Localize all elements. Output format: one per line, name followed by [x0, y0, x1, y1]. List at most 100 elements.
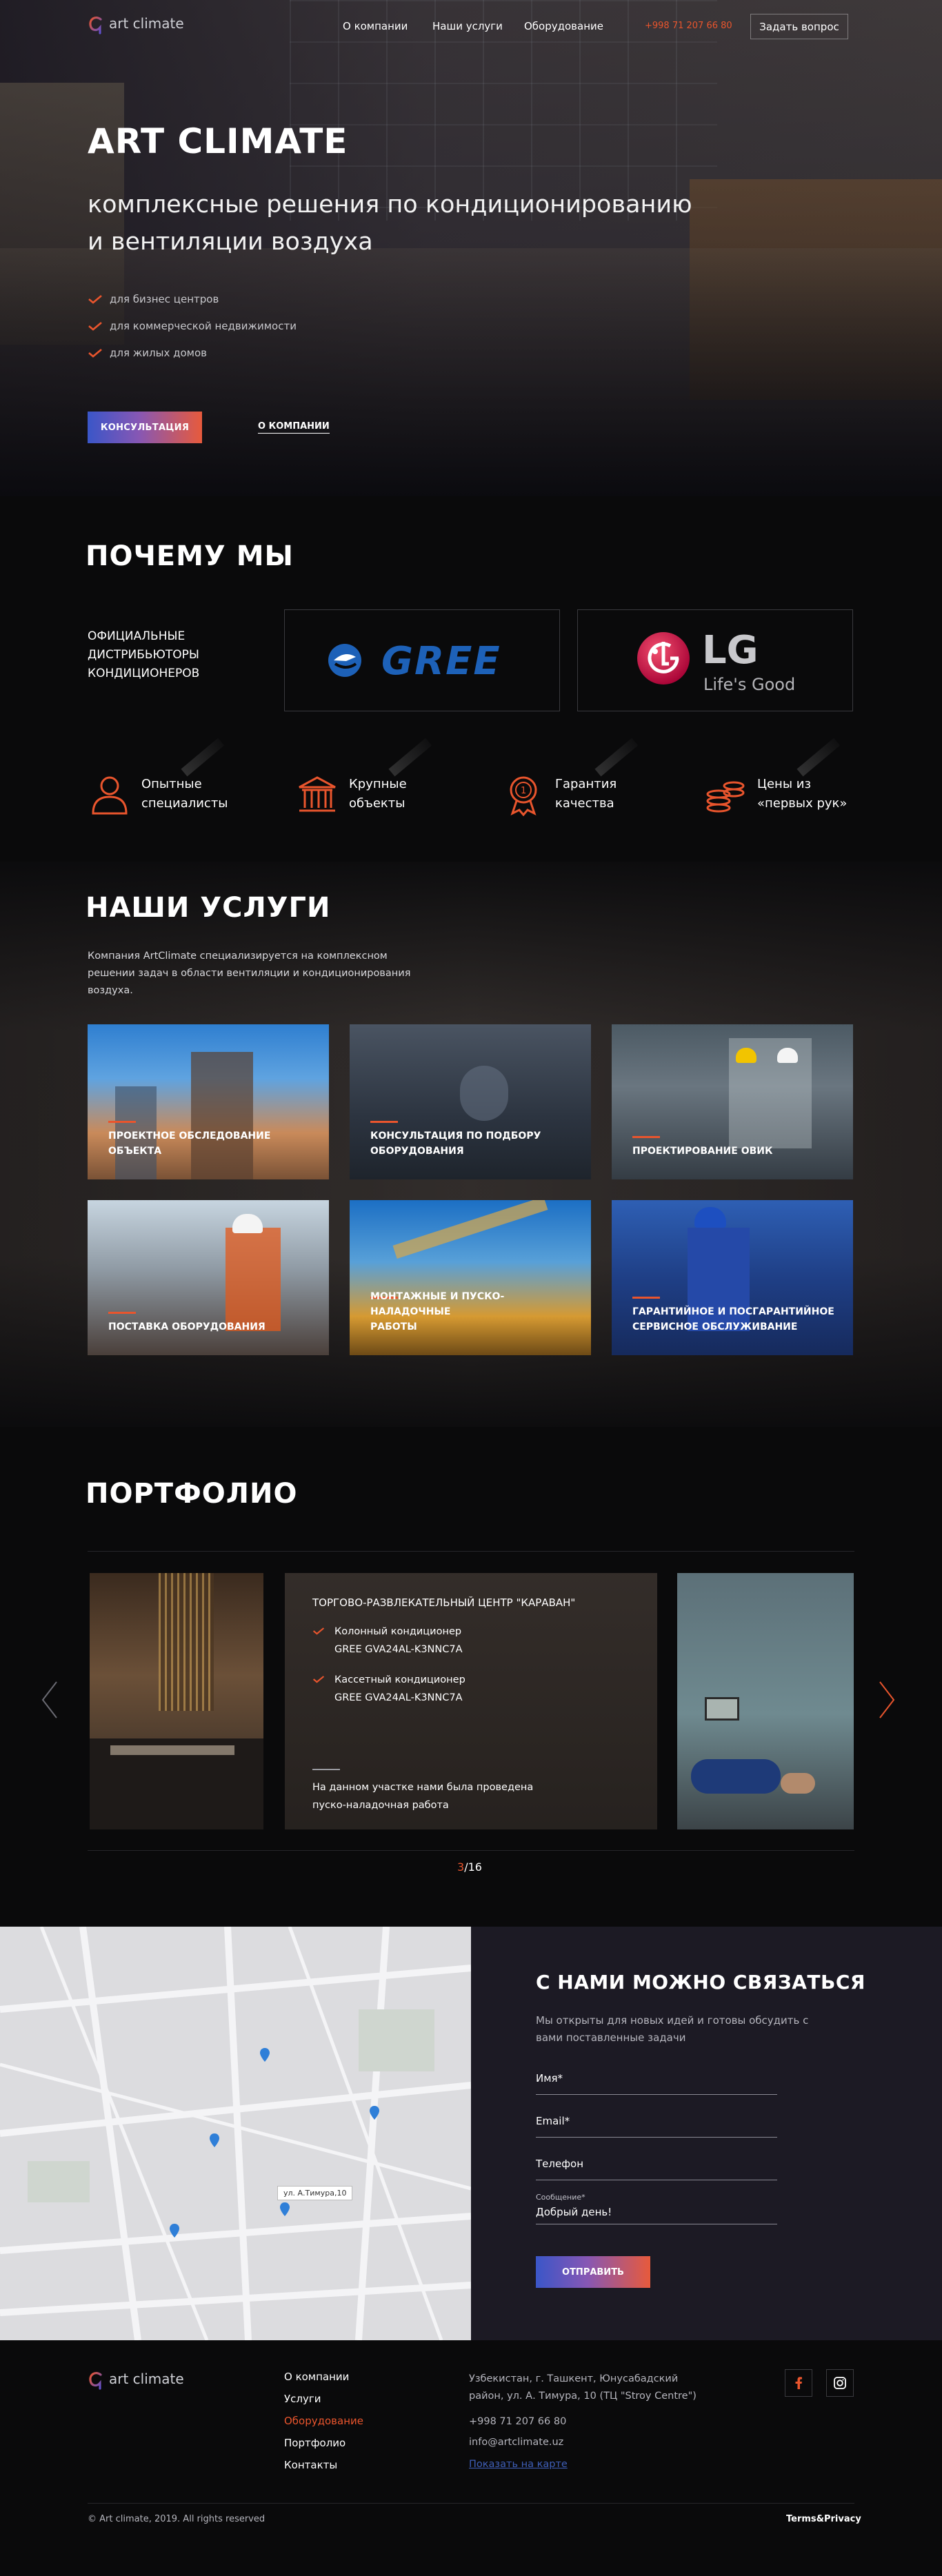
- services-title: НАШИ УСЛУГИ: [86, 892, 331, 924]
- map-pin-icon[interactable]: [260, 2048, 270, 2062]
- coins-icon: [706, 781, 745, 813]
- lg-logo-icon: [637, 632, 690, 684]
- service-card[interactable]: ГАРАНТИЙНОЕ И ПОСГАРАНТИЙНОЕ СЕРВИСНОЕ ОБ…: [612, 1200, 853, 1355]
- portfolio-pager: 3/16: [457, 1860, 482, 1874]
- nav-equipment[interactable]: Оборудование: [524, 20, 603, 32]
- portfolio-note: На данном участке нами была проведена пус…: [312, 1782, 534, 1811]
- phone-field[interactable]: Телефон: [536, 2157, 777, 2180]
- map-pin-icon[interactable]: [280, 2202, 290, 2216]
- services-description: Компания ArtClimate специализируется на …: [88, 951, 411, 996]
- lg-brand-box[interactable]: LG Life's Good: [577, 609, 853, 711]
- footer-logo-icon[interactable]: [88, 2369, 103, 2390]
- logo-text[interactable]: art climate: [109, 15, 184, 32]
- building-icon: [299, 776, 336, 812]
- service-card-caption: ГАРАНТИЙНОЕ И ПОСГАРАНТИЙНОЕ СЕРВИСНОЕ ОБ…: [632, 1306, 834, 1332]
- service-card-caption: ПРОЕКТНОЕ ОБСЛЕДОВАНИЕ ОБЪЕКТА: [108, 1130, 271, 1157]
- map-pin-label: ул. А.Тимура,10: [277, 2186, 353, 2200]
- feature-text: Цены из «первых рук»: [757, 777, 848, 811]
- footer-email[interactable]: info@artclimate.uz: [469, 2437, 563, 2448]
- service-card[interactable]: ПРОЕКТНОЕ ОБСЛЕДОВАНИЕ ОБЪЕКТА: [88, 1024, 329, 1179]
- map-roads: [0, 1927, 471, 2340]
- consultation-button[interactable]: КОНСУЛЬТАЦИЯ: [88, 412, 202, 443]
- feature-quality: 1 Гарантия качества: [501, 738, 639, 816]
- bullet-text: для коммерческой недвижимости: [110, 319, 297, 332]
- pager-current: 3: [457, 1860, 465, 1874]
- bullet-item: для коммерческой недвижимости: [88, 312, 297, 339]
- gree-brand-box[interactable]: GREE: [284, 609, 560, 711]
- message-field[interactable]: Сообщение* Добрый день!: [536, 2193, 777, 2224]
- service-card[interactable]: МОНТАЖНЫЕ И ПУСКО-НАЛАДОЧНЫЕ РАБОТЫ: [350, 1200, 591, 1355]
- hero-bullets: для бизнес центров для коммерческой недв…: [88, 285, 297, 366]
- bullet-item: для бизнес центров: [88, 285, 297, 312]
- contact-text: Мы открыты для новых идей и готовы обсуд…: [536, 2014, 809, 2044]
- why-us-section: ПОЧЕМУ МЫ ОФИЦИАЛЬНЫЕ ДИСТРИБЬЮТОРЫ КОНД…: [0, 496, 942, 862]
- contact-form: С НАМИ МОЖНО СВЯЗАТЬСЯ Мы открыты для но…: [471, 1927, 942, 2340]
- about-company-link[interactable]: О КОМПАНИИ: [258, 421, 330, 434]
- nav-services[interactable]: Наши услуги: [432, 20, 503, 32]
- divider: [88, 1850, 854, 1851]
- lg-logo-text: LG: [702, 628, 759, 673]
- map-pin-icon[interactable]: [170, 2224, 179, 2238]
- hero-section: art climate О компании Наши услуги Обору…: [0, 0, 942, 496]
- header-phone[interactable]: +998 71 207 66 80: [645, 21, 732, 31]
- email-field[interactable]: Email*: [536, 2114, 777, 2138]
- portfolio-title: ПОРТФОЛИО: [86, 1478, 298, 1510]
- portfolio-section: ПОРТФОЛИО ТОРГОВО-РАЗВЛЕКАТЕЛЬНЫЙ ЦЕНТР …: [0, 1427, 942, 1927]
- feature-text: Крупные объекты: [349, 777, 407, 811]
- nav-about[interactable]: О компании: [343, 20, 408, 32]
- facebook-button[interactable]: [785, 2369, 812, 2397]
- decorative-slash: [796, 738, 841, 777]
- map[interactable]: ул. А.Тимура,10: [0, 1927, 471, 2340]
- footer-phone[interactable]: +998 71 207 66 80: [469, 2416, 566, 2427]
- portfolio-item: Колонный кондиционер GREE GVA24AL-K3NNC7A: [312, 1623, 463, 1659]
- svg-text:1: 1: [521, 786, 526, 796]
- specialist-icon: [92, 776, 128, 815]
- pager-total: /16: [464, 1860, 482, 1874]
- footer-address: Узбекистан, г. Ташкент, Юнусабадский райо…: [469, 2373, 697, 2402]
- name-field[interactable]: Имя*: [536, 2071, 777, 2095]
- footer-link-contacts[interactable]: Контакты: [284, 2459, 363, 2481]
- contact-section: ул. А.Тимура,10 С НАМИ МОЖНО СВЯЗАТЬСЯ М…: [0, 1927, 942, 2340]
- service-card[interactable]: КОНСУЛЬТАЦИЯ ПО ПОДБОРУ ОБОРУДОВАНИЯ: [350, 1024, 591, 1179]
- message-value[interactable]: Добрый день!: [536, 2206, 777, 2218]
- feature-prices: Цены из «первых рук»: [703, 738, 848, 816]
- portfolio-card[interactable]: ТОРГОВО-РАЗВЛЕКАТЕЛЬНЫЙ ЦЕНТР "КАРАВАН" …: [285, 1573, 657, 1829]
- service-card[interactable]: ПОСТАВКА ОБОРУДОВАНИЯ: [88, 1200, 329, 1355]
- footer-link-equipment[interactable]: Оборудование: [284, 2415, 363, 2437]
- ask-question-button[interactable]: Задать вопрос: [750, 14, 848, 39]
- page: art climate О компании Наши услуги Обору…: [0, 0, 942, 2576]
- portfolio-card-title: ТОРГОВО-РАЗВЛЕКАТЕЛЬНЫЙ ЦЕНТР "КАРАВАН": [312, 1596, 576, 1609]
- service-card-caption: ПОСТАВКА ОБОРУДОВАНИЯ: [108, 1321, 265, 1332]
- map-pin-icon[interactable]: [370, 2106, 379, 2120]
- portfolio-item: Кассетный кондиционер GREE GVA24AL-K3NNC7…: [312, 1671, 465, 1707]
- gree-logo-text: GREE: [381, 639, 501, 684]
- footer-link-portfolio[interactable]: Портфолио: [284, 2437, 363, 2459]
- instagram-button[interactable]: [826, 2369, 854, 2397]
- show-on-map-link[interactable]: Показать на карте: [469, 2459, 568, 2470]
- footer-link-about[interactable]: О компании: [284, 2371, 363, 2393]
- decorative-slash: [181, 738, 225, 777]
- divider: [88, 2503, 854, 2504]
- hero-title: ART CLIMATE: [88, 121, 348, 161]
- decorative-slash: [594, 738, 639, 777]
- chevron-right-icon[interactable]: [877, 1679, 896, 1721]
- distributors-text: ОФИЦИАЛЬНЫЕ ДИСТРИБЬЮТОРЫ КОНДИЦИОНЕРОВ: [88, 629, 200, 680]
- chevron-left-icon[interactable]: [40, 1679, 59, 1721]
- facebook-icon: [795, 2377, 802, 2389]
- copyright: © Art climate, 2019. All rights reserved: [88, 2514, 265, 2524]
- hero-subtitle: комплексные решения по кондиционированию…: [88, 186, 777, 261]
- footer-logo-text[interactable]: art climate: [109, 2371, 184, 2387]
- terms-link[interactable]: Terms&Privacy: [786, 2514, 861, 2524]
- message-caption: Сообщение*: [536, 2193, 585, 2202]
- portfolio-image-restaurant[interactable]: [90, 1573, 263, 1829]
- portfolio-image-lounge[interactable]: [677, 1573, 854, 1829]
- logo-icon[interactable]: [88, 14, 103, 34]
- map-pin-icon[interactable]: [210, 2133, 219, 2147]
- send-button[interactable]: ОТПРАВИТЬ: [536, 2256, 650, 2288]
- bullet-text: для жилых домов: [110, 346, 207, 359]
- footer-nav: О компании Услуги Оборудование Портфолио…: [284, 2371, 363, 2481]
- medal-icon: 1: [510, 776, 537, 816]
- service-card[interactable]: ПРОЕКТИРОВАНИЕ ОВИК: [612, 1024, 853, 1179]
- footer-link-services[interactable]: Услуги: [284, 2393, 363, 2415]
- hero-subtitle-line-2: и вентиляции воздуха: [88, 228, 373, 256]
